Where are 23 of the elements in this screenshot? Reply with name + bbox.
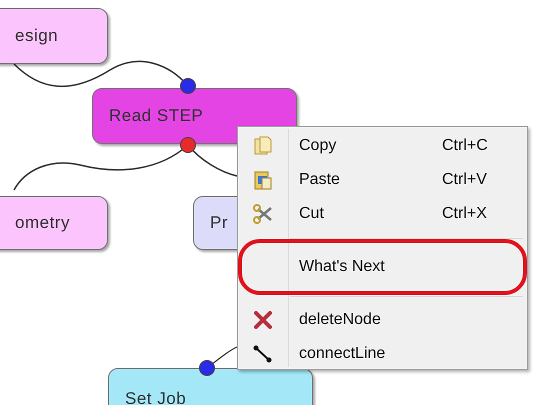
flow-node[interactable]: Set Job [108, 368, 313, 405]
menu-item[interactable]: What's Next [238, 245, 527, 289]
menu-item[interactable]: Paste Ctrl+V [238, 163, 527, 197]
menu-item[interactable]: Cut Ctrl+X [238, 197, 527, 231]
flow-node[interactable]: esign [0, 8, 108, 64]
copy-icon [252, 135, 274, 157]
menu-item[interactable]: connectLine [238, 337, 527, 371]
menu-label: Copy [299, 136, 338, 156]
menu-label: Cut [299, 204, 325, 224]
x-icon [252, 309, 274, 331]
connector-icon [252, 343, 274, 365]
shortcut-label: Ctrl+X [442, 204, 487, 224]
menu-label: deleteNode [299, 310, 382, 330]
paste-icon [252, 169, 274, 191]
menu-label: connectLine [299, 344, 386, 364]
menu-item[interactable]: deleteNode [238, 303, 527, 337]
flow-node[interactable]: ometry [0, 196, 108, 250]
scissors-icon [252, 203, 274, 225]
shortcut-label: Ctrl+V [442, 170, 487, 190]
menu-label: Paste [299, 170, 341, 190]
shortcut-label: Ctrl+C [442, 136, 488, 156]
menu-label: What's Next [299, 257, 386, 277]
flow-node[interactable]: Read STEP [92, 88, 297, 144]
